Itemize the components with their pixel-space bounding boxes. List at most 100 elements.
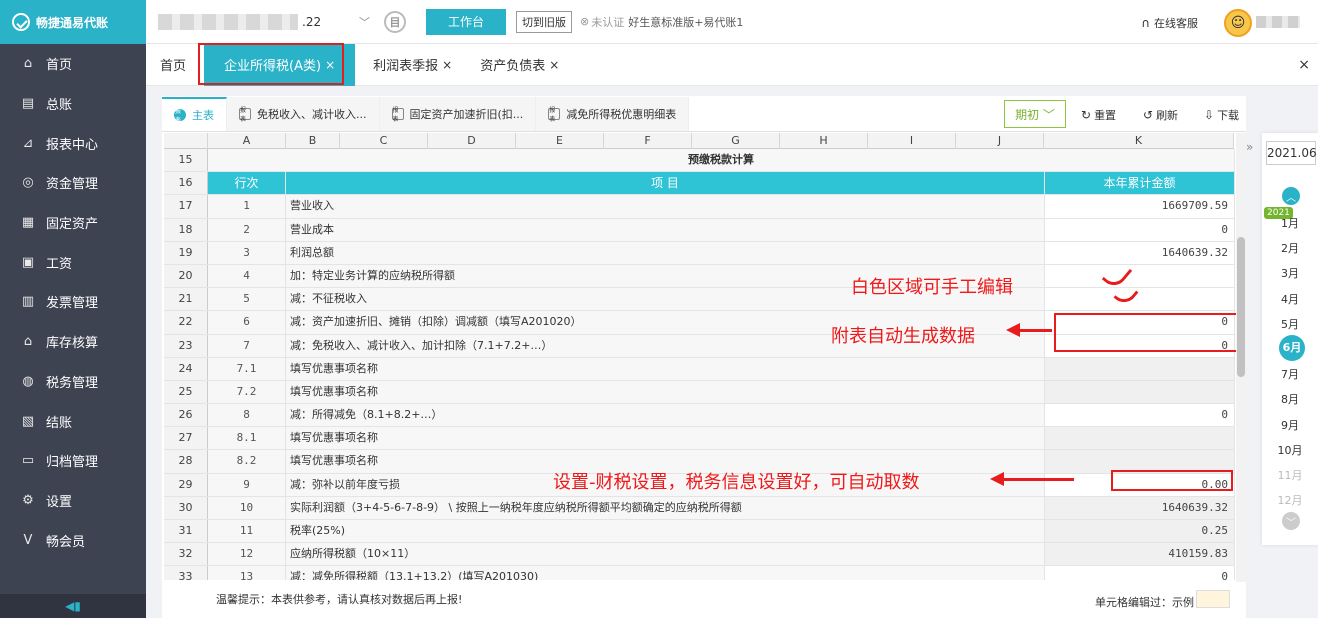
sidebar-item-12[interactable]: V 畅会员: [0, 520, 146, 560]
sidebar-item-8[interactable]: ◍ 税务管理: [0, 362, 146, 402]
row-number: 19: [164, 241, 208, 264]
scroll-thumb[interactable]: [1237, 237, 1245, 377]
month-8[interactable]: 8月: [1262, 391, 1318, 407]
brand-logo[interactable]: 畅捷通易代账: [0, 0, 146, 44]
table-row: 17 1 营业收入 1669709.59: [164, 195, 1235, 219]
expand-panel-icon[interactable]: »: [1246, 140, 1253, 154]
avatar[interactable]: ☺: [1224, 9, 1252, 37]
sheet-tab-0[interactable]: 报表 主表: [162, 97, 227, 131]
row-number: 29: [164, 473, 208, 496]
amount-cell[interactable]: 0: [1045, 334, 1235, 357]
sidebar-item-7[interactable]: ⌂ 库存核算: [0, 322, 146, 362]
tax-icon: ◍: [22, 373, 34, 389]
month-5[interactable]: 5月: [1262, 316, 1318, 332]
sidebar: 畅捷通易代账 ⌂ 首页 ▤ 总账 ⊿ 报表中心 ◎ 资金管理 ▦ 固定资产 ▣ 工资 ▥ 发票管理 ⌂ 库存核…: [0, 0, 146, 618]
month-4[interactable]: 4月: [1262, 291, 1318, 307]
close-icon[interactable]: ×: [325, 58, 335, 72]
edition-label: 好生意标准版+易代账1: [628, 15, 744, 29]
column-header-cell[interactable]: C: [340, 133, 428, 149]
month-6[interactable]: 6月: [1279, 335, 1305, 361]
annotation-editable: 白色区域可手工编辑: [851, 277, 1013, 298]
sheet-tab-3[interactable]: 报表 减免所得税优惠明细表: [536, 97, 690, 131]
row-seq: 8.2: [208, 450, 286, 473]
refresh-button[interactable]: ↺ 刷新: [1143, 107, 1178, 123]
sidebar-item-3[interactable]: ◎ 资金管理: [0, 163, 146, 203]
close-icon[interactable]: ×: [442, 58, 452, 72]
annotation-auto: 附表自动生成数据: [831, 326, 975, 347]
sidebar-item-11[interactable]: ⚙ 设置: [0, 481, 146, 521]
company-selector[interactable]: .22 ﹀: [154, 7, 376, 37]
tab-2[interactable]: 利润表季报 ×: [359, 44, 466, 86]
sidebar-item-10[interactable]: ▭ 归档管理: [0, 441, 146, 481]
amount-cell[interactable]: [1045, 288, 1235, 311]
close-icon[interactable]: ×: [1298, 57, 1310, 73]
amount-cell[interactable]: 0: [1045, 566, 1235, 580]
month-10[interactable]: 10月: [1262, 442, 1318, 458]
vertical-scrollbar[interactable]: [1236, 133, 1246, 582]
month-1[interactable]: 1月: [1262, 215, 1318, 231]
brand-name: 畅捷通易代账: [36, 15, 109, 30]
column-header-cell[interactable]: K: [1044, 133, 1234, 149]
sidebar-item-9[interactable]: ▧ 结账: [0, 401, 146, 441]
tab-0[interactable]: 首页: [146, 44, 200, 86]
chevron-up-icon[interactable]: ︿: [1282, 187, 1300, 205]
column-header-cell[interactable]: G: [692, 133, 780, 149]
month-7[interactable]: 7月: [1262, 366, 1318, 382]
sidebar-item-label: 工资: [46, 256, 73, 272]
month-9[interactable]: 9月: [1262, 417, 1318, 433]
collapse-sidebar-button[interactable]: ◀▮: [0, 594, 146, 618]
amount-cell[interactable]: 0.00: [1045, 473, 1235, 496]
sheet-tab-1[interactable]: 报表 免税收入、减计收入...: [227, 97, 380, 131]
tab-3[interactable]: 资产负债表 ×: [466, 44, 573, 86]
online-service-link[interactable]: ∩ 在线客服: [1141, 15, 1198, 31]
row-number: 20: [164, 264, 208, 288]
workbench-button[interactable]: 工作台: [426, 8, 506, 35]
period-dropdown[interactable]: 期初 ﹀: [1004, 100, 1066, 128]
sidebar-item-0[interactable]: ⌂ 首页: [0, 44, 146, 84]
month-11: 11月: [1277, 469, 1303, 482]
column-header: ABCDEFGHIJK: [164, 133, 1234, 149]
table-row: 33 13 减：减免所得税额（13.1+13.2）(填写A201030) 0: [164, 566, 1235, 580]
amount-cell[interactable]: 0: [1045, 218, 1235, 241]
sidebar-item-1[interactable]: ▤ 总账: [0, 84, 146, 124]
current-period[interactable]: 2021.06: [1266, 141, 1317, 165]
row-number: 22: [164, 311, 208, 334]
table-row: 27 8.1 填写优惠事项名称: [164, 427, 1235, 451]
column-header-cell[interactable]: H: [780, 133, 868, 149]
tab-1[interactable]: 企业所得税(A类) ×: [204, 43, 356, 86]
user-name-redacted[interactable]: [1256, 16, 1300, 28]
column-header-cell[interactable]: A: [208, 133, 286, 149]
page-tabs: 首页 企业所得税(A类) × 利润表季报 × 资产负债表 × ×: [146, 43, 1318, 86]
sidebar-item-6[interactable]: ▥ 发票管理: [0, 282, 146, 322]
money-icon: ◎: [22, 175, 34, 191]
sidebar-item-2[interactable]: ⊿ 报表中心: [0, 123, 146, 163]
chevron-down-icon[interactable]: ﹀: [1282, 512, 1300, 530]
sidebar-item-4[interactable]: ▦ 固定资产: [0, 203, 146, 243]
column-header-cell[interactable]: E: [516, 133, 604, 149]
account-book-icon[interactable]: 目: [384, 10, 406, 33]
header-cell-item: 项 目: [286, 172, 1045, 195]
row-number: 25: [164, 380, 208, 404]
amount-cell[interactable]: [1045, 264, 1235, 288]
amount-cell[interactable]: 1640639.32: [1045, 241, 1235, 264]
column-header-cell[interactable]: I: [868, 133, 956, 149]
table-row: 20 4 加：特定业务计算的应纳税所得额: [164, 264, 1235, 289]
amount-cell[interactable]: 0: [1045, 404, 1235, 427]
amount-cell[interactable]: 1669709.59: [1045, 195, 1235, 218]
close-icon[interactable]: ×: [549, 58, 559, 72]
month-3[interactable]: 3月: [1262, 265, 1318, 281]
sheet-tab-2[interactable]: 报表 固定资产加速折旧(扣...: [379, 97, 537, 131]
column-header-cell[interactable]: J: [956, 133, 1044, 149]
column-header-cell[interactable]: D: [428, 133, 516, 149]
column-header-cell[interactable]: F: [604, 133, 692, 149]
row-item-label: 应纳所得税额（10×11）: [286, 543, 1045, 566]
cert-status[interactable]: 未认证: [591, 14, 624, 30]
amount-cell[interactable]: 0: [1045, 311, 1235, 334]
row-number: 23: [164, 334, 208, 357]
reset-button[interactable]: ↻ 重置: [1081, 107, 1116, 123]
month-2[interactable]: 2月: [1262, 240, 1318, 256]
sidebar-item-5[interactable]: ▣ 工资: [0, 242, 146, 282]
column-header-cell[interactable]: B: [286, 133, 340, 149]
switch-old-version-button[interactable]: 切到旧版: [516, 10, 572, 33]
download-button[interactable]: ⇩ 下载: [1204, 107, 1239, 123]
